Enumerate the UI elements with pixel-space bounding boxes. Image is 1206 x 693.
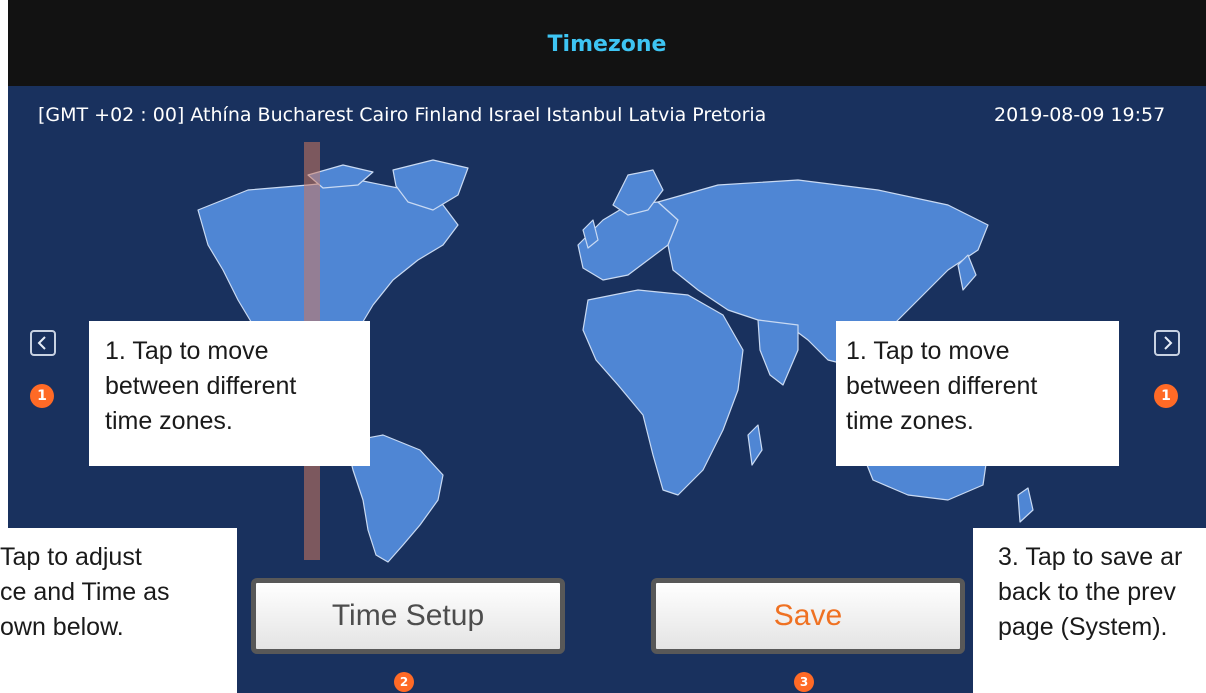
callout-line: time zones.: [105, 407, 233, 435]
callout-line: time zones.: [846, 407, 974, 435]
page-title: Timezone: [547, 32, 667, 57]
callout-line: ce and Time as: [0, 578, 170, 606]
datetime-label: 2019-08-09 19:57: [994, 104, 1166, 126]
save-button[interactable]: Save: [651, 578, 965, 654]
india-shape: [757, 319, 799, 386]
africa-shape: [582, 289, 744, 496]
next-timezone-button[interactable]: [1154, 330, 1180, 356]
callout-time-setup: Tap to adjust ce and Time as own below.: [0, 531, 237, 693]
chevron-left-icon: [37, 336, 46, 350]
marker-1-left: 1: [30, 384, 54, 408]
new-zealand-shape: [1017, 487, 1034, 523]
callout-line: between different: [846, 372, 1038, 400]
callout-line: own below.: [0, 613, 124, 641]
marker-2: 2: [394, 672, 414, 692]
callout-line: 1. Tap to move: [105, 337, 269, 365]
chevron-right-icon: [1164, 336, 1173, 350]
marker-1-right: 1: [1154, 384, 1178, 408]
callout-line: Tap to adjust: [0, 543, 142, 571]
callout-line: between different: [105, 372, 297, 400]
callout-line: page (System).: [998, 613, 1168, 641]
madagascar-shape: [747, 424, 763, 466]
timezone-label: [GMT +02 : 00] Athína Bucharest Cairo Fi…: [38, 104, 767, 126]
callout-line: 3. Tap to save ar: [998, 543, 1183, 571]
time-setup-button[interactable]: Time Setup: [251, 578, 565, 654]
callout-move-left: 1. Tap to move between different time zo…: [89, 321, 370, 466]
header-bar: Timezone: [8, 0, 1206, 86]
callout-save: 3. Tap to save ar back to the prev page …: [973, 531, 1206, 693]
callout-move-right: 1. Tap to move between different time zo…: [836, 321, 1119, 466]
prev-timezone-button[interactable]: [30, 330, 56, 356]
callout-line: back to the prev: [998, 578, 1176, 606]
marker-3: 3: [794, 672, 814, 692]
callout-line: 1. Tap to move: [846, 337, 1010, 365]
